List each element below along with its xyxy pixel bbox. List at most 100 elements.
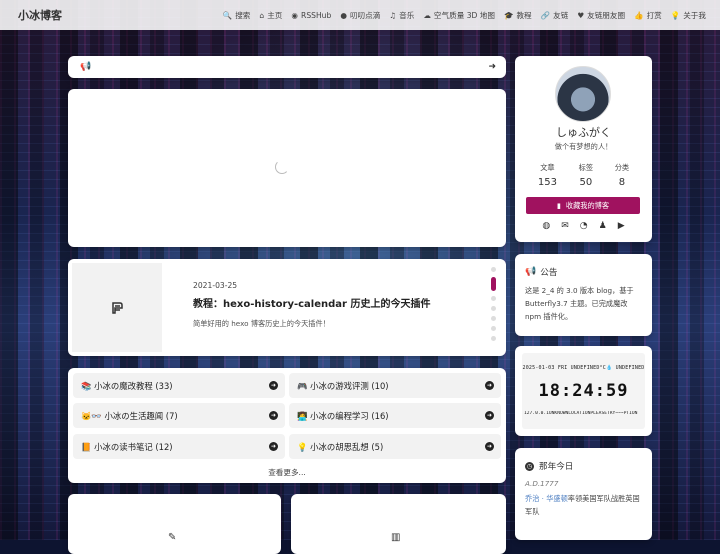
stat-tags[interactable]: 标签 50 — [579, 163, 593, 188]
bookmark-icon: ▮ — [556, 201, 561, 210]
arrow-right-icon: ➜ — [485, 381, 494, 390]
history-today-card: ◷ 那年今日 A.D.1777 乔治 · 华盛顿率领美国军队战胜英国军队 — [515, 448, 652, 540]
social-links: ◍ ✉ ◔ ♟ ▶ — [515, 221, 652, 231]
heart-icon: ♥ — [577, 10, 585, 20]
pagination-dot[interactable] — [490, 336, 496, 341]
post-card[interactable]: 2021-03-25 教程：hexo-history-calendar 历史上的… — [68, 259, 506, 356]
nav-item-search[interactable]: 🔍 搜索 — [223, 10, 251, 21]
nav-label: 教程 — [516, 10, 532, 20]
category-label: 👩‍💻 小冰の编程学习 (16) — [297, 410, 389, 421]
link-icon: 🔗 — [540, 10, 551, 20]
category-label: 💡 小冰の胡思乱想 (5) — [297, 441, 384, 452]
bookmark-label: 收藏我的博客 — [565, 200, 610, 210]
clock-widget: 2025-01-03 FRI UNDEFINED°C💧 UNDEFINED 18… — [515, 346, 652, 436]
arrow-right-icon: ➜ — [269, 411, 278, 420]
notice-bar[interactable]: 📢 ➜ — [68, 56, 506, 78]
history-date: A.D.1777 — [525, 479, 559, 488]
weibo-icon[interactable]: ◔ — [580, 221, 588, 231]
stat-label: 文章 — [540, 163, 555, 172]
pagination-dot[interactable] — [490, 326, 496, 331]
nav-label: 关于我 — [683, 10, 706, 20]
category-label: 🎮 小冰の游戏评测 (10) — [297, 380, 389, 391]
site-stats: 文章 153 标签 50 分类 8 — [515, 163, 652, 188]
graduation-cap-icon: 🎓 — [504, 10, 514, 20]
nav-label: 友链 — [553, 10, 569, 20]
site-brand[interactable]: 小冰博客 — [18, 7, 62, 23]
qq-icon[interactable]: ♟ — [599, 221, 607, 231]
profile-card: しゅふがく 做个有梦想的人！ 文章 153 标签 50 分类 8 ▮ 收藏我的博… — [515, 56, 652, 242]
lightbulb-icon: 💡 — [670, 10, 681, 20]
bullhorn-icon: 📢 — [80, 62, 92, 72]
stat-articles[interactable]: 文章 153 — [538, 163, 557, 188]
nav-menu: 🔍 搜索 ⌂ 主页 ◉ RSSHub ● 叨叨点滴 ♫ 音乐 ☁ 空气质量 3D 地图 🎓 教… — [223, 10, 706, 21]
view-more-link[interactable]: 查看更多... — [68, 467, 506, 478]
nav-item-air-map[interactable]: ☁ 空气质量 3D 地图 — [423, 10, 495, 21]
arrow-right-icon: ➜ — [269, 442, 278, 451]
nav-item-home[interactable]: ⌂ 主页 — [259, 10, 282, 21]
loading-spinner-icon — [275, 160, 289, 174]
pagination-dot[interactable] — [490, 316, 496, 321]
announcement-header: 📢 公告 — [525, 266, 557, 278]
stat-categories[interactable]: 分类 8 — [615, 163, 629, 188]
category-item[interactable]: 📚 小冰の魔改教程 (33) ➜ — [73, 373, 285, 398]
history-today-title: 那年今日 — [539, 462, 574, 472]
arrow-right-icon: ➜ — [485, 411, 494, 420]
clock-display: 2025-01-03 FRI UNDEFINED°C💧 UNDEFINED 18… — [522, 353, 645, 429]
arrow-circle-right-icon[interactable]: ➜ — [488, 62, 496, 72]
video-icon[interactable]: ▶ — [618, 221, 625, 231]
history-today-header: ◷ 那年今日 — [525, 460, 573, 472]
clock-date: 2025-01-03 FRI UNDEFINED°C💧 UNDEFINED — [522, 365, 645, 371]
history-event-link[interactable]: 乔治 · 华盛顿 — [525, 494, 568, 503]
stat-value: 8 — [618, 177, 626, 188]
slider-pagination — [490, 267, 496, 346]
pagination-dot-active[interactable] — [490, 277, 496, 291]
stat-label: 分类 — [614, 163, 630, 172]
nav-label: 主页 — [267, 10, 283, 20]
bookmark-button[interactable]: ▮ 收藏我的博客 — [526, 197, 640, 214]
announcement-card: 📢 公告 这是 2_4 的 3.0 版本 blog，基于 Butterfly3.… — [515, 254, 652, 336]
arrow-right-icon: ➜ — [269, 381, 278, 390]
stat-label: 标签 — [578, 163, 594, 172]
clock-icon: ◷ — [525, 461, 534, 471]
post-title[interactable]: 教程：hexo-history-calendar 历史上的今天插件 — [193, 295, 430, 310]
category-label: 🐱‍👓 小冰の生活趣闻 (7) — [81, 410, 178, 421]
category-card: 📚 小冰の魔改教程 (33) ➜ 🎮 小冰の游戏评测 (10) ➜ 🐱‍👓 小冰… — [68, 368, 506, 483]
category-item[interactable]: 💡 小冰の胡思乱想 (5) ➜ — [289, 434, 501, 459]
navbar: 小冰博客 🔍 搜索 ⌂ 主页 ◉ RSSHub ● 叨叨点滴 ♫ 音乐 ☁ 空气质量 3D … — [0, 0, 720, 30]
announcement-body: 这是 2_4 的 3.0 版本 blog，基于 Butterfly3.7 主题。… — [525, 286, 634, 321]
pagination-dot[interactable] — [490, 267, 496, 272]
category-item[interactable]: 🎮 小冰の游戏评测 (10) ➜ — [289, 373, 501, 398]
nav-label: RSSHub — [301, 10, 332, 20]
pen-icon: ✎ — [168, 532, 177, 543]
arrow-right-icon: ➜ — [485, 442, 494, 451]
rss-icon: ◉ — [291, 10, 299, 20]
category-item[interactable]: 📙 小冰の读书笔记 (12) ➜ — [73, 434, 285, 459]
nav-label: 音乐 — [399, 10, 415, 20]
pagination-dot[interactable] — [490, 306, 496, 311]
history-event: 乔治 · 华盛顿率领美国军队战胜英国军队 — [525, 492, 645, 518]
nav-label: 打赏 — [646, 10, 662, 20]
nav-item-music[interactable]: ♫ 音乐 — [389, 10, 414, 21]
nav-item-about[interactable]: 💡 关于我 — [671, 10, 706, 21]
stat-value: 50 — [579, 177, 593, 188]
nav-item-donate[interactable]: 👍 打赏 — [634, 10, 662, 21]
category-item[interactable]: 🐱‍👓 小冰の生活趣闻 (7) ➜ — [73, 403, 285, 428]
nav-label: 搜索 — [235, 10, 251, 20]
nav-item-links[interactable]: 🔗 友链 — [541, 10, 569, 21]
nav-item-talk[interactable]: ● 叨叨点滴 — [340, 10, 380, 21]
github-icon[interactable]: ◍ — [542, 221, 550, 231]
email-icon[interactable]: ✉ — [561, 221, 569, 231]
post-card-partial[interactable]: ✎ — [68, 494, 281, 554]
post-date: 2021-03-25 — [193, 281, 238, 290]
avatar[interactable] — [555, 66, 611, 122]
post-description: 简单好用的 hexo 博客历史上的今天插件！ — [193, 319, 330, 328]
category-item[interactable]: 👩‍💻 小冰の编程学习 (16) ➜ — [289, 403, 501, 428]
stat-value: 153 — [537, 177, 557, 188]
post-card-partial[interactable]: ▥ — [291, 494, 506, 554]
nav-item-friend-circle[interactable]: ♥ 友链朋友圈 — [577, 10, 625, 21]
clock-location: 127.0.0.1UNKNOWNLOCATIONPLEASETRY~~~PTIO… — [524, 411, 638, 416]
nav-item-rsshub[interactable]: ◉ RSSHub — [291, 11, 331, 20]
post-cover[interactable] — [72, 263, 162, 352]
pagination-dot[interactable] — [490, 296, 496, 301]
nav-item-tutorial[interactable]: 🎓 教程 — [504, 10, 532, 21]
